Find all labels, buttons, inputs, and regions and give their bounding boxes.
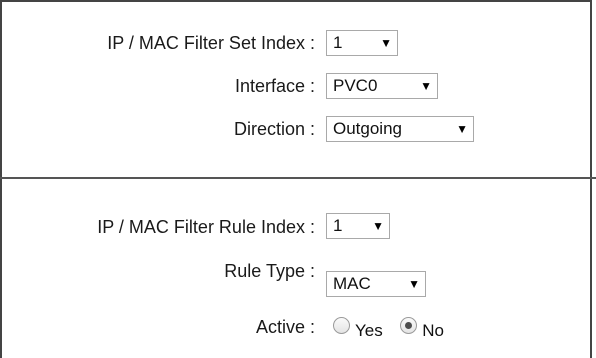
filter-rule-index-value: 1 (333, 216, 343, 235)
active-no-label[interactable]: No (422, 321, 444, 340)
rule-type-value: MAC (333, 274, 371, 293)
chevron-down-icon: ▼ (372, 219, 384, 233)
direction-value: Outgoing (333, 119, 402, 138)
interface-label: Interface : (234, 76, 315, 96)
section-divider (0, 177, 596, 179)
chevron-down-icon: ▼ (408, 277, 420, 291)
active-yes-radio[interactable] (333, 317, 350, 334)
rule-type-label: Rule Type : (224, 261, 315, 281)
filter-rule-index-label: IP / MAC Filter Rule Index : (97, 217, 315, 237)
rule-type-select[interactable]: MAC ▼ (326, 271, 426, 297)
chevron-down-icon: ▼ (420, 79, 432, 93)
direction-label: Direction : (233, 119, 315, 139)
interface-value: PVC0 (333, 76, 378, 95)
active-no-radio[interactable] (400, 317, 418, 334)
filter-set-index-label: IP / MAC Filter Set Index : (107, 33, 315, 53)
chevron-down-icon: ▼ (380, 36, 392, 50)
active-radio-group: Yes No (333, 316, 444, 342)
interface-select[interactable]: PVC0 ▼ (326, 73, 438, 99)
filter-set-index-value: 1 (333, 33, 343, 52)
direction-select[interactable]: Outgoing ▼ (326, 116, 474, 142)
filter-set-index-select[interactable]: 1 ▼ (326, 30, 398, 56)
active-label: Active : (255, 317, 315, 337)
filter-rule-index-select[interactable]: 1 ▼ (326, 213, 390, 239)
active-yes-label[interactable]: Yes (355, 321, 383, 340)
chevron-down-icon: ▼ (456, 122, 468, 136)
